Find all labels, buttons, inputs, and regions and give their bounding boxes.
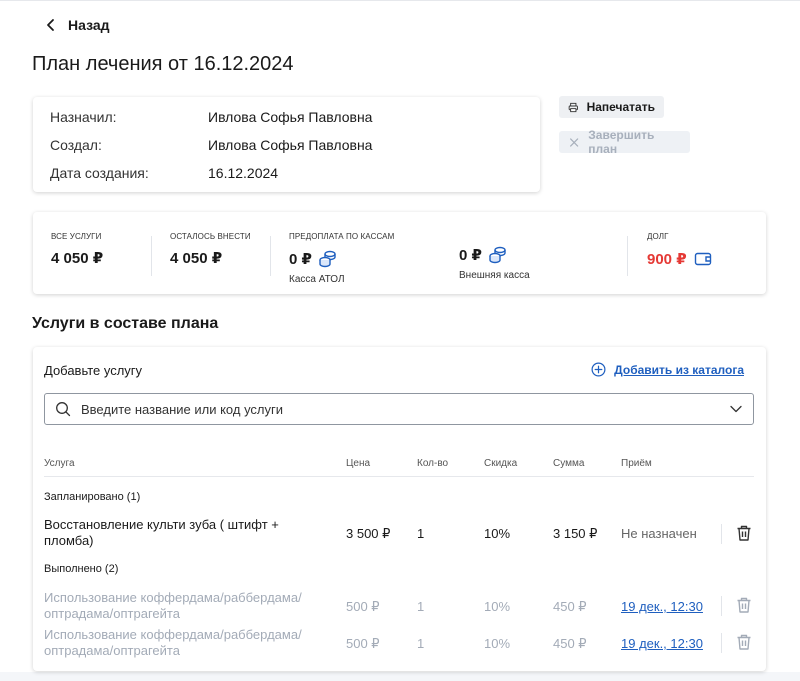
created-date-row: Дата создания: 16.12.2024: [50, 165, 278, 181]
service-visit[interactable]: Не назначен: [621, 526, 697, 541]
stat-prepay: Предоплата по кассам 0 ₽ Касса АТОЛ: [289, 232, 394, 285]
prepay-caption: Предоплата по кассам: [289, 232, 395, 241]
column-sum: Сумма: [553, 458, 585, 469]
remaining-value: 4 050 ₽: [170, 250, 223, 267]
finish-plan-button[interactable]: Завершить план: [559, 128, 690, 156]
atol-amount: 0 ₽: [289, 249, 394, 269]
debt-value: 900 ₽: [647, 251, 687, 268]
payment-stats-card: Все услуги 4 050 ₽ Осталось внести 4 050…: [33, 212, 766, 294]
assigned-row: Назначил: Ивлова Софья Павловна: [50, 109, 372, 125]
created-date-value: 16.12.2024: [208, 165, 279, 181]
created-by-value: Ивлова Софья Павловна: [208, 137, 373, 153]
service-search-input[interactable]: [81, 401, 729, 417]
created-by-label: Создал:: [50, 137, 102, 153]
service-name: Использование коффердама/раббердама/оптр…: [44, 590, 302, 621]
assigned-value: Ивлова Софья Павловна: [208, 109, 373, 125]
row-divider: [721, 596, 722, 616]
planned-group-label: Запланировано (1): [44, 491, 141, 503]
stat-divider: [270, 236, 271, 276]
stat-debt: Долг 900 ₽: [647, 232, 713, 269]
stat-external: 0 ₽ Внешняя касса: [459, 245, 530, 281]
add-from-catalog-link[interactable]: Добавить из каталога: [591, 362, 744, 377]
created-by-row: Создал: Ивлова Софья Павловна: [50, 137, 372, 153]
all-services-caption: Все услуги: [51, 232, 102, 241]
service-price: 500 ₽: [346, 599, 380, 614]
service-qty: 1: [417, 526, 425, 541]
search-icon: [56, 402, 71, 417]
print-button[interactable]: Напечатать: [559, 96, 664, 118]
service-discount: 10%: [484, 526, 511, 541]
all-services-value: 4 050 ₽: [51, 250, 104, 267]
services-section-title: Услуги в составе плана: [32, 315, 219, 332]
created-date-label: Дата создания:: [50, 165, 149, 181]
assigned-label: Назначил:: [50, 109, 117, 125]
column-discount: Скидка: [484, 458, 518, 469]
stat-divider: [151, 236, 152, 276]
service-sum: 3 150 ₽: [553, 526, 598, 541]
service-sum: 450 ₽: [553, 636, 587, 651]
visit-link[interactable]: 19 дек., 12:30: [621, 599, 703, 614]
printer-icon: [568, 102, 578, 112]
service-search-field[interactable]: [44, 393, 754, 425]
service-price: 500 ₽: [346, 636, 380, 651]
page-title: План лечения от 16.12.2024: [32, 53, 294, 75]
plan-info-card: Назначил: Ивлова Софья Павловна Создал: …: [33, 97, 540, 192]
column-qty: Кол-во: [417, 458, 449, 469]
service-name: Использование коффердама/раббердама/оптр…: [44, 627, 302, 658]
coins-icon[interactable]: [488, 245, 508, 265]
service-qty: 1: [417, 599, 425, 614]
trash-icon[interactable]: [735, 633, 753, 651]
stat-all-services: Все услуги 4 050 ₽: [51, 232, 103, 267]
row-divider: [721, 633, 722, 653]
service-price: 3 500 ₽: [346, 526, 391, 541]
column-price: Цена: [346, 458, 371, 469]
trash-icon[interactable]: [735, 596, 753, 614]
service-qty: 1: [417, 636, 425, 651]
atol-value: 0 ₽: [289, 251, 312, 268]
coins-icon[interactable]: [318, 249, 338, 269]
back-label: Назад: [68, 17, 110, 33]
external-label: Внешняя касса: [459, 270, 530, 281]
plus-circle-icon: [591, 362, 606, 377]
treatment-plan-page: Назад План лечения от 16.12.2024 Назначи…: [0, 0, 800, 672]
visit-link[interactable]: 19 дек., 12:30: [621, 636, 703, 651]
service-discount: 10%: [484, 636, 511, 651]
remaining-caption: Осталось внести: [170, 232, 251, 241]
service-sum: 450 ₽: [553, 599, 587, 614]
close-icon: [570, 137, 579, 147]
back-button[interactable]: Назад: [44, 17, 110, 33]
services-card: Добавьте услугу Добавить из каталога Усл…: [33, 347, 766, 671]
service-name: Восстановление культи зуба ( штифт + пло…: [44, 517, 279, 548]
table-header-divider: [44, 476, 754, 477]
external-amount: 0 ₽: [459, 245, 530, 265]
plan-actions: Напечатать Завершить план: [559, 96, 690, 156]
debt-amount: 900 ₽: [647, 249, 713, 269]
add-service-label: Добавьте услугу: [44, 363, 143, 378]
add-from-catalog-label: Добавить из каталога: [614, 362, 744, 377]
atol-label: Касса АТОЛ: [289, 274, 345, 285]
stat-divider: [627, 236, 628, 276]
column-service: Услуга: [44, 458, 75, 469]
column-visit: Приём: [621, 458, 652, 469]
external-value: 0 ₽: [459, 247, 482, 264]
done-group-label: Выполнено (2): [44, 563, 119, 575]
row-divider: [721, 524, 722, 544]
service-discount: 10%: [484, 599, 511, 614]
debt-caption: Долг: [647, 232, 669, 241]
chevron-left-icon: [47, 19, 54, 31]
print-label: Напечатать: [586, 100, 655, 114]
stat-remaining: Осталось внести 4 050 ₽: [170, 232, 251, 267]
wallet-icon[interactable]: [693, 249, 713, 269]
chevron-down-icon[interactable]: [729, 402, 743, 416]
finish-plan-label: Завершить план: [588, 128, 655, 156]
trash-icon[interactable]: [735, 524, 753, 542]
